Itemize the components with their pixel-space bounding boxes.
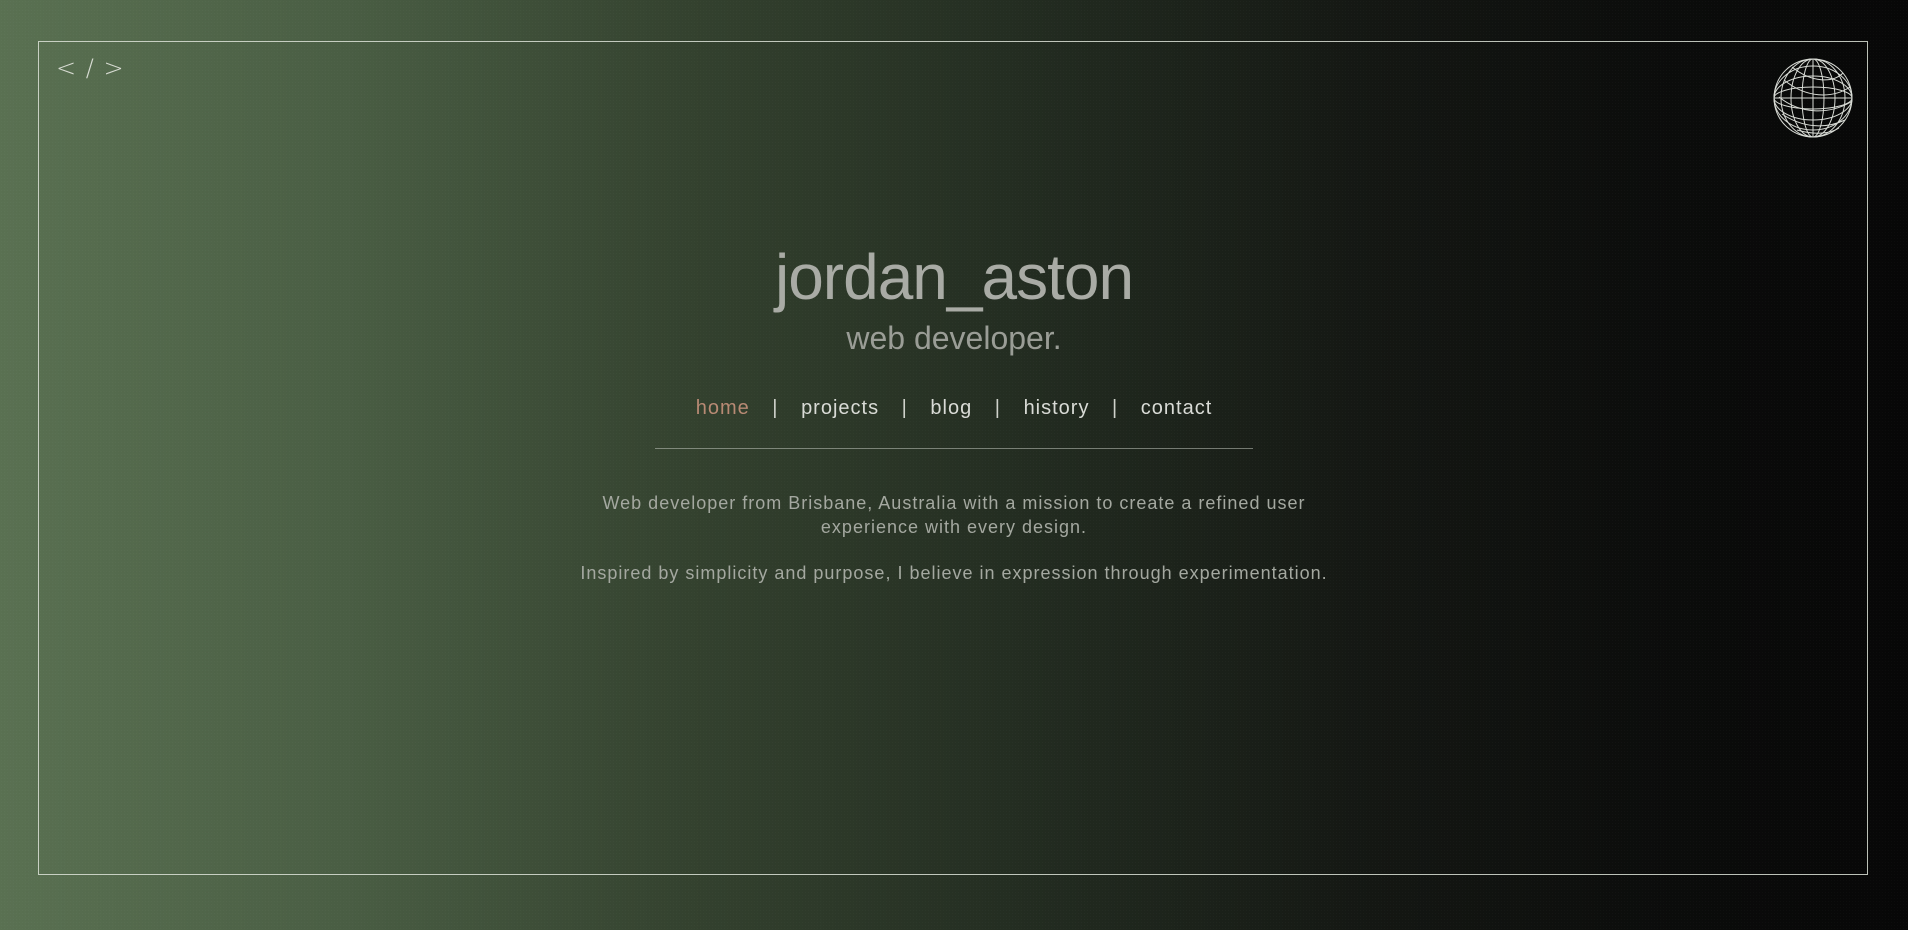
nav-item-home[interactable]: home: [696, 397, 750, 419]
intro-text: Web developer from Brisbane, Australia w…: [560, 491, 1348, 607]
nav-separator: |: [772, 397, 779, 419]
nav-item-contact[interactable]: contact: [1141, 397, 1212, 419]
nav-separator: |: [1112, 397, 1119, 419]
main-nav: home | projects | blog | history | conta…: [0, 398, 1908, 418]
intro-paragraph: Web developer from Brisbane, Australia w…: [602, 493, 1306, 537]
divider: [655, 448, 1253, 449]
nav-item-projects[interactable]: projects: [801, 397, 879, 419]
page-subtitle: web developer.: [846, 320, 1062, 356]
intro-paragraph: Inspired by simplicity and purpose, I be…: [580, 563, 1328, 583]
page-title: jordan_aston: [774, 241, 1134, 313]
nav-separator: |: [901, 397, 908, 419]
nav-item-history[interactable]: history: [1024, 397, 1090, 419]
nav-item-blog[interactable]: blog: [930, 397, 972, 419]
main-content: jordan_aston web developer. home | proje…: [0, 0, 1908, 930]
nav-separator: |: [994, 397, 1001, 419]
